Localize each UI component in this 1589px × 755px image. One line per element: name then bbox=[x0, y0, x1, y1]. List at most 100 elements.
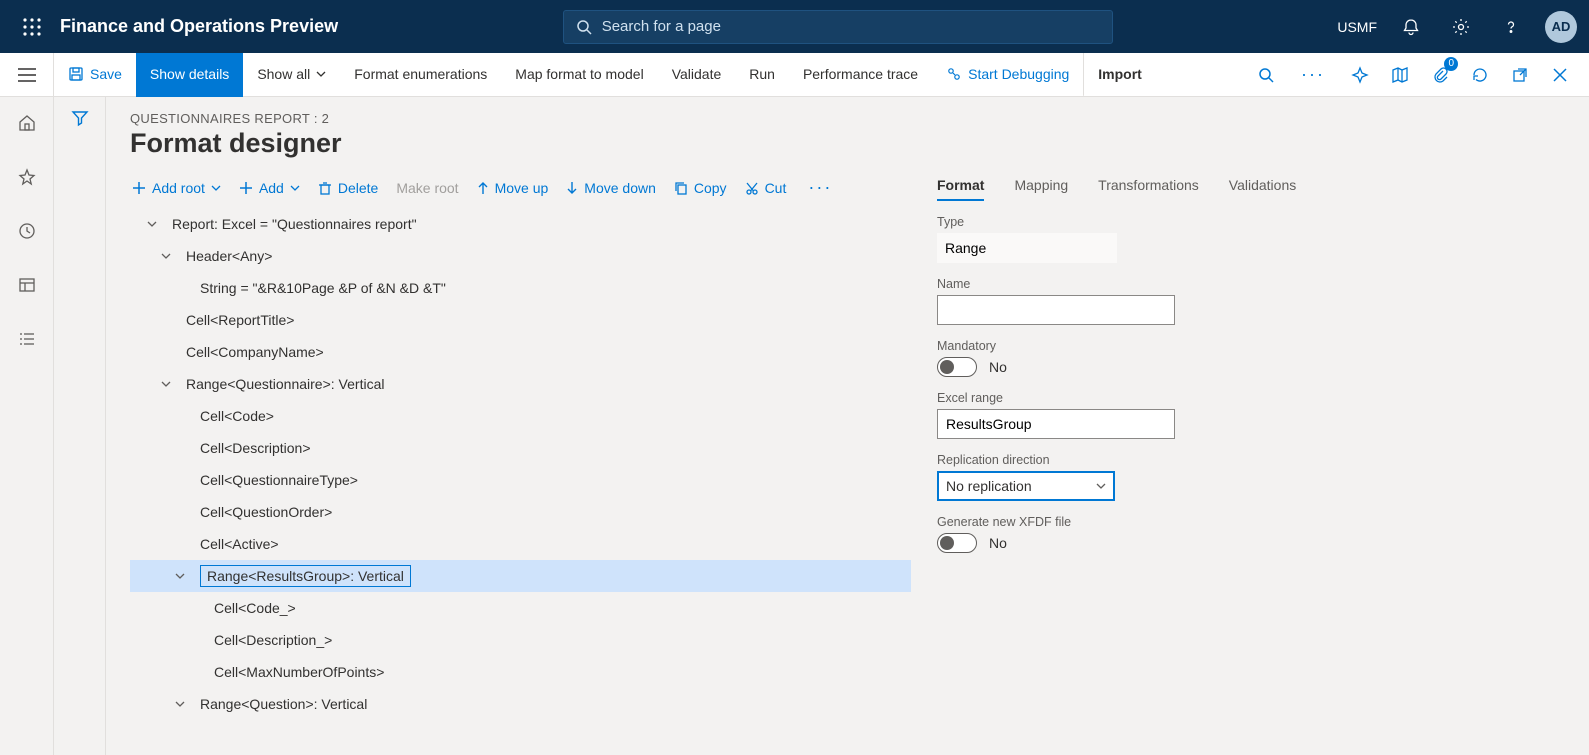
tree-node-label: Cell<CompanyName> bbox=[186, 344, 324, 360]
tree-node-label: Cell<QuestionnaireType> bbox=[200, 472, 358, 488]
tree-caret-icon[interactable] bbox=[170, 699, 190, 709]
copilot-icon[interactable] bbox=[1345, 60, 1375, 90]
make-root-button: Make root bbox=[396, 180, 458, 196]
command-bar: Save Show details Show all Format enumer… bbox=[0, 53, 1589, 97]
tree-node[interactable]: Header<Any> bbox=[130, 240, 911, 272]
tree-node[interactable]: Cell<ReportTitle> bbox=[130, 304, 911, 336]
tree-caret-icon[interactable] bbox=[142, 219, 162, 229]
tree-node-label: Range<ResultsGroup>: Vertical bbox=[200, 565, 411, 587]
name-field[interactable] bbox=[937, 295, 1175, 325]
arrow-down-icon bbox=[566, 181, 578, 195]
detail-tabs: Format Mapping Transformations Validatio… bbox=[937, 177, 1567, 201]
move-down-button[interactable]: Move down bbox=[566, 180, 656, 196]
global-search[interactable] bbox=[563, 10, 1113, 44]
tree-node-label: Header<Any> bbox=[186, 248, 272, 264]
close-icon[interactable] bbox=[1545, 60, 1575, 90]
tree-node[interactable]: Cell<CompanyName> bbox=[130, 336, 911, 368]
xfdf-toggle[interactable] bbox=[937, 533, 977, 553]
type-field bbox=[937, 233, 1117, 263]
tree-node-label: Cell<Active> bbox=[200, 536, 279, 552]
tree-caret-icon[interactable] bbox=[156, 379, 176, 389]
run-button[interactable]: Run bbox=[735, 53, 789, 97]
delete-button[interactable]: Delete bbox=[318, 180, 378, 196]
tab-format[interactable]: Format bbox=[937, 177, 984, 201]
chevron-down-icon bbox=[211, 185, 221, 191]
tree-node[interactable]: Cell<Description> bbox=[130, 432, 911, 464]
tree-node[interactable]: Cell<QuestionnaireType> bbox=[130, 464, 911, 496]
tab-mapping[interactable]: Mapping bbox=[1014, 177, 1068, 201]
map-icon[interactable] bbox=[1385, 60, 1415, 90]
tab-validations[interactable]: Validations bbox=[1229, 177, 1296, 201]
avatar[interactable]: AD bbox=[1545, 11, 1577, 43]
tab-transformations[interactable]: Transformations bbox=[1098, 177, 1199, 201]
hamburger-icon[interactable] bbox=[0, 53, 54, 97]
star-icon[interactable] bbox=[11, 161, 43, 193]
modules-icon[interactable] bbox=[11, 323, 43, 355]
breadcrumb: QUESTIONNAIRES REPORT : 2 bbox=[130, 111, 1567, 126]
map-format-button[interactable]: Map format to model bbox=[501, 53, 657, 97]
cut-button[interactable]: Cut bbox=[745, 180, 787, 196]
search-icon bbox=[576, 19, 592, 35]
excel-range-field[interactable] bbox=[937, 409, 1175, 439]
format-enumerations-button[interactable]: Format enumerations bbox=[340, 53, 501, 97]
save-button[interactable]: Save bbox=[54, 53, 136, 97]
company-code[interactable]: USMF bbox=[1337, 19, 1377, 35]
tree-node-label: Range<Questionnaire>: Vertical bbox=[186, 376, 384, 392]
chevron-down-icon bbox=[1096, 483, 1106, 489]
copy-button[interactable]: Copy bbox=[674, 180, 727, 196]
replication-select[interactable]: No replication bbox=[937, 471, 1115, 501]
tree-node[interactable]: Range<ResultsGroup>: Vertical bbox=[130, 560, 911, 592]
validate-button[interactable]: Validate bbox=[658, 53, 736, 97]
tree-node[interactable]: Cell<Active> bbox=[130, 528, 911, 560]
gear-icon[interactable] bbox=[1445, 11, 1477, 43]
tree-node[interactable]: Cell<MaxNumberOfPoints> bbox=[130, 656, 911, 688]
add-button[interactable]: Add bbox=[239, 180, 300, 196]
excel-range-label: Excel range bbox=[937, 391, 1567, 405]
debug-icon bbox=[946, 66, 962, 82]
format-tree[interactable]: Report: Excel = "Questionnaires report" H… bbox=[130, 208, 915, 755]
trash-icon bbox=[318, 181, 332, 195]
app-title: Finance and Operations Preview bbox=[60, 16, 338, 37]
copy-icon bbox=[674, 181, 688, 195]
xfdf-label: Generate new XFDF file bbox=[937, 515, 1567, 529]
global-search-input[interactable] bbox=[602, 18, 1100, 35]
move-up-button[interactable]: Move up bbox=[477, 180, 549, 196]
popout-icon[interactable] bbox=[1505, 60, 1535, 90]
help-icon[interactable] bbox=[1495, 11, 1527, 43]
app-launcher-icon[interactable] bbox=[12, 7, 52, 47]
mandatory-text: No bbox=[989, 359, 1007, 375]
performance-trace-button[interactable]: Performance trace bbox=[789, 53, 932, 97]
save-icon bbox=[68, 66, 84, 82]
tree-caret-icon[interactable] bbox=[156, 251, 176, 261]
tree-node[interactable]: Cell<Code_> bbox=[130, 592, 911, 624]
tree-node[interactable]: String = "&R&10Page &P of &N &D &T" bbox=[130, 272, 911, 304]
tree-caret-icon[interactable] bbox=[170, 571, 190, 581]
mandatory-toggle[interactable] bbox=[937, 357, 977, 377]
show-all-button[interactable]: Show all bbox=[243, 53, 340, 97]
bell-icon[interactable] bbox=[1395, 11, 1427, 43]
recent-icon[interactable] bbox=[11, 215, 43, 247]
tree-toolbar: Add root Add Delete Make root bbox=[130, 173, 915, 208]
tree-node[interactable]: Range<Question>: Vertical bbox=[130, 688, 911, 720]
arrow-up-icon bbox=[477, 181, 489, 195]
tree-node-label: Cell<QuestionOrder> bbox=[200, 504, 332, 520]
import-button[interactable]: Import bbox=[1083, 53, 1156, 97]
funnel-icon[interactable] bbox=[71, 109, 89, 755]
add-root-button[interactable]: Add root bbox=[132, 180, 221, 196]
start-debugging-button[interactable]: Start Debugging bbox=[932, 53, 1083, 97]
refresh-icon[interactable] bbox=[1465, 60, 1495, 90]
search-icon[interactable] bbox=[1251, 60, 1281, 90]
show-details-button[interactable]: Show details bbox=[136, 53, 243, 97]
left-rail bbox=[0, 97, 54, 755]
tree-node[interactable]: Cell<QuestionOrder> bbox=[130, 496, 911, 528]
tree-node[interactable]: Report: Excel = "Questionnaires report" bbox=[130, 208, 911, 240]
tree-node[interactable]: Cell<Description_> bbox=[130, 624, 911, 656]
tree-node[interactable]: Cell<Code> bbox=[130, 400, 911, 432]
attachments-icon[interactable]: 0 bbox=[1425, 60, 1455, 90]
home-icon[interactable] bbox=[11, 107, 43, 139]
tree-node-label: Range<Question>: Vertical bbox=[200, 696, 367, 712]
tree-toolbar-more[interactable]: ··· bbox=[804, 177, 836, 198]
tree-node[interactable]: Range<Questionnaire>: Vertical bbox=[130, 368, 911, 400]
workspace-icon[interactable] bbox=[11, 269, 43, 301]
overflow-more-icon[interactable]: ··· bbox=[1291, 64, 1335, 85]
